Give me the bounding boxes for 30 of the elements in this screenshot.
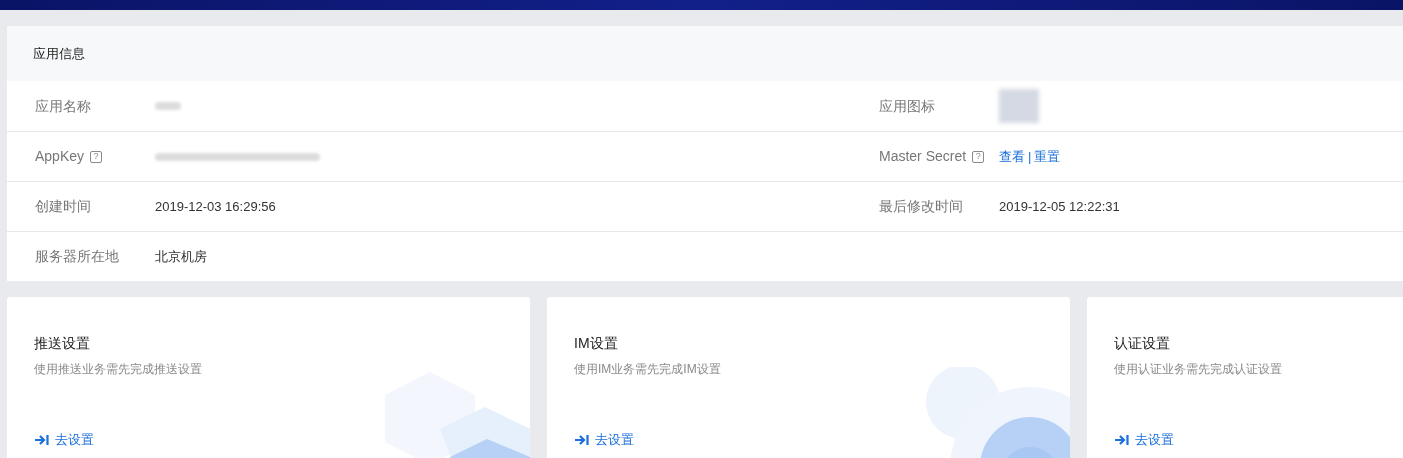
redacted-placeholder xyxy=(155,102,181,110)
field-label: 最后修改时间 xyxy=(879,197,963,216)
separator: | xyxy=(1028,147,1032,166)
card-description: 使用IM业务需先完成IM设置 xyxy=(574,361,721,378)
arrow-to-bar-icon xyxy=(1114,433,1130,446)
arrow-to-bar-icon xyxy=(574,433,590,446)
card-title: 认证设置 xyxy=(1114,334,1170,353)
help-icon[interactable]: ? xyxy=(90,150,103,163)
help-icon[interactable]: ? xyxy=(972,150,985,163)
field-value: 2019-12-03 16:29:56 xyxy=(155,197,276,216)
card-title: IM设置 xyxy=(574,334,618,353)
card-title: 推送设置 xyxy=(34,334,90,353)
field-label: 创建时间 xyxy=(35,197,91,216)
panel-title: 应用信息 xyxy=(33,44,85,63)
field-value: 北京机房 xyxy=(155,247,207,266)
card-description: 使用认证业务需先完成认证设置 xyxy=(1114,361,1282,378)
field-label: AppKey xyxy=(35,147,85,166)
field-label: Master Secret xyxy=(879,147,967,166)
setup-link[interactable]: 去设置 xyxy=(1114,430,1174,450)
action-link[interactable]: 重置 xyxy=(1034,146,1061,167)
setup-link[interactable]: 去设置 xyxy=(574,430,634,450)
field-label: 应用名称 xyxy=(35,96,91,116)
setup-link[interactable]: 去设置 xyxy=(34,430,94,450)
field-value: 2019-12-05 12:22:31 xyxy=(999,197,1120,216)
card-description: 使用推送业务需先完成推送设置 xyxy=(34,361,202,378)
app-icon-placeholder xyxy=(999,89,1039,123)
arrow-to-bar-icon xyxy=(34,433,50,446)
action-link[interactable]: 查看 xyxy=(999,146,1025,167)
field-label: 服务器所在地 xyxy=(35,247,119,266)
field-label: 应用图标 xyxy=(879,96,935,116)
